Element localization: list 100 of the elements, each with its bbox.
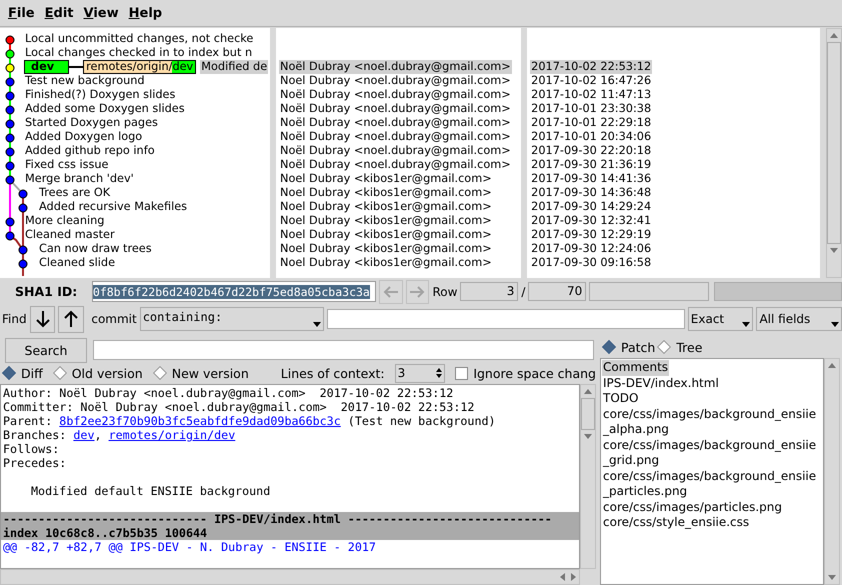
file-view-radio[interactable]: Patch — [602, 340, 656, 354]
find-mode-dropdown[interactable]: containing: — [140, 307, 324, 331]
commit-subject[interactable]: Local changes checked in to index but n — [24, 46, 254, 60]
fields-dropdown[interactable]: All fields — [756, 307, 842, 331]
search-button[interactable]: Search — [5, 338, 87, 362]
commit-date[interactable]: 2017-10-01 22:29:18 — [530, 116, 652, 130]
arrow-right-icon — [409, 284, 426, 298]
commit-subject[interactable]: Cleaned master — [24, 228, 116, 242]
commit-link[interactable]: remotes/origin/dev — [108, 428, 236, 442]
file-list-item[interactable]: TODO — [602, 391, 822, 406]
commit-author[interactable]: Noel Dubray <kibos1er@gmail.com> — [279, 242, 493, 256]
find-input-field[interactable] — [326, 309, 685, 329]
commit-link[interactable]: dev — [73, 428, 94, 442]
scrollbar[interactable] — [580, 384, 596, 569]
detail-text: Modified default ENSIIE background — [31, 484, 270, 498]
commit-link[interactable]: 8bf2ee23f70b90b3fc5eabfdfe9dad09ba66bc3c — [59, 414, 341, 428]
find-type-label: commit — [91, 312, 137, 326]
file-view-radio[interactable]: Tree — [657, 340, 702, 354]
row-total-field: 70 — [528, 282, 586, 301]
commit-subject[interactable]: Started Doxygen pages — [24, 116, 159, 130]
commit-author[interactable]: Noel Dubray <kibos1er@gmail.com> — [279, 228, 493, 242]
sha1-label: SHA1 ID: — [15, 284, 78, 299]
match-dropdown[interactable]: Exact — [688, 307, 754, 331]
menu-item[interactable]: File — [3, 6, 40, 20]
row-number-field: 3 — [460, 282, 518, 301]
branch-tag: dev — [24, 60, 70, 74]
commit-subject[interactable]: Test new background — [24, 74, 146, 88]
commit-date[interactable]: 2017-09-30 14:36:48 — [530, 186, 652, 200]
commit-subject[interactable]: Trees are OK — [38, 186, 112, 200]
horizontal-scrollbar[interactable] — [0, 569, 580, 585]
detail-text: (Test new background) — [346, 414, 496, 428]
commit-author[interactable]: Noel Dubray <kibos1er@gmail.com> — [279, 186, 493, 200]
commit-date[interactable]: 2017-10-02 22:53:12 — [530, 60, 652, 74]
commit-date[interactable]: 2017-09-30 14:29:24 — [530, 200, 652, 214]
commit-date[interactable]: 2017-09-30 22:20:18 — [530, 144, 652, 158]
arrow-up-icon — [64, 310, 78, 328]
diff-mode-radio[interactable]: Diff — [2, 366, 43, 380]
commit-subject[interactable]: Merge branch 'dev' — [24, 172, 135, 186]
detail-text: , — [94, 428, 103, 442]
commit-author[interactable]: Noël Dubray <noel.dubray@gmail.com> — [279, 60, 512, 74]
diff-mode-radio[interactable]: Old version — [52, 366, 143, 380]
commit-author[interactable]: Noël Dubray <noel.dubray@gmail.com> — [279, 158, 512, 172]
sha1-field[interactable]: 0f8bf6f22b6d2402b467d22bf75ed8a05cba3c3a — [92, 281, 376, 302]
commit-author[interactable]: Noël Dubray <noel.dubray@gmail.com> — [279, 130, 512, 144]
find-next-button[interactable] — [30, 306, 56, 332]
file-list-item[interactable]: IPS-DEV/index.html — [602, 376, 822, 391]
commit-date[interactable]: 2017-09-30 14:41:36 — [530, 172, 652, 186]
commit-subject[interactable]: Added recursive Makefiles — [38, 200, 188, 214]
commit-author[interactable]: Noel Dubray <kibos1er@gmail.com> — [279, 200, 493, 214]
file-list-item[interactable]: Comments — [602, 360, 670, 376]
remote-branch-tag: remotes/origin/dev — [83, 60, 196, 74]
commit-date[interactable]: 2017-09-30 12:32:41 — [530, 214, 652, 228]
detail-text: Follows: — [3, 442, 60, 456]
ignore-space-checkbox[interactable]: Ignore space chang — [455, 366, 596, 380]
commit-subject[interactable]: Fixed css issue — [24, 158, 110, 172]
commit-author[interactable]: Noel Dubray <noel.dubray@gmail.com> — [279, 74, 512, 88]
commit-date[interactable]: 2017-09-30 09:16:58 — [530, 256, 652, 270]
commit-date[interactable]: 2017-10-01 20:34:06 — [530, 130, 652, 144]
commit-author[interactable]: Noel Dubray <kibos1er@gmail.com> — [279, 214, 493, 228]
find-label: Find — [2, 312, 27, 326]
commit-subject[interactable]: Can now draw trees — [38, 242, 153, 256]
commit-author[interactable]: Noël Dubray <noel.dubray@gmail.com> — [279, 102, 512, 116]
detail-text: Committer: Noël Dubray <noel.dubray@gmail.com> 2017-10-02 22:53:12 — [3, 400, 474, 414]
commit-subject[interactable]: Added some Doxygen slides — [24, 102, 186, 116]
commit-subject[interactable]: Added github repo info — [24, 144, 156, 158]
diff-mode-radio[interactable]: New version — [152, 366, 249, 380]
commit-subject[interactable]: Added Doxygen logo — [24, 130, 144, 144]
search-input-field[interactable] — [93, 340, 594, 360]
file-list-item[interactable]: core/css/style_ensiie.css — [602, 515, 822, 530]
commit-subject[interactable]: Local uncommitted changes, not checke — [24, 32, 254, 46]
detail-text: Author: Noël Dubray <noel.dubray@gmail.com> 2017-10-02 22:53:12 — [3, 386, 454, 400]
arrow-down-icon — [36, 310, 50, 328]
commit-author[interactable]: Noël Dubray <noel.dubray@gmail.com> — [279, 116, 512, 130]
menu-item[interactable]: Edit — [40, 6, 78, 20]
context-label: Lines of context: — [280, 366, 385, 380]
find-previous-button[interactable] — [58, 306, 84, 332]
commit-date[interactable]: 2017-09-30 12:24:06 — [530, 242, 652, 256]
menu-item[interactable]: Help — [124, 6, 168, 20]
commit-author[interactable]: Noël Dubray <noel.dubray@gmail.com> — [279, 88, 512, 102]
commit-subject[interactable]: Finished(?) Doxygen slides — [24, 88, 176, 102]
menu-item[interactable]: View — [78, 6, 124, 20]
hunk-header: @@ -82,7 +82,7 @@ IPS-DEV - N. Dubray - ENSIIE - 2017 — [3, 540, 376, 554]
row-label: Row — [432, 284, 458, 298]
commit-subject[interactable]: Cleaned slide — [38, 256, 116, 270]
row-separator: / — [521, 284, 526, 298]
scrollbar[interactable] — [824, 358, 840, 585]
commit-subject[interactable]: Modified de — [200, 60, 268, 74]
commit-author[interactable]: Noel Dubray <kibos1er@gmail.com> — [279, 256, 493, 270]
scrollbar[interactable] — [826, 28, 842, 278]
file-header: index 10c68c8..c7b5b35 100644 — [3, 526, 208, 540]
file-list-item[interactable]: core/css/images/particles.png — [602, 500, 822, 515]
commit-date[interactable]: 2017-10-01 23:30:38 — [530, 102, 652, 116]
commit-date[interactable]: 2017-10-02 16:47:26 — [530, 74, 652, 88]
commit-subject[interactable]: More cleaning — [24, 214, 106, 228]
context-spinbox[interactable]: 3 — [394, 364, 446, 382]
commit-date[interactable]: 2017-10-02 11:47:13 — [530, 88, 652, 102]
commit-date[interactable]: 2017-09-30 21:36:19 — [530, 158, 652, 172]
commit-author[interactable]: Noël Dubray <noel.dubray@gmail.com> — [279, 144, 512, 158]
commit-date[interactable]: 2017-09-30 12:29:19 — [530, 228, 652, 242]
commit-author[interactable]: Noel Dubray <kibos1er@gmail.com> — [279, 172, 493, 186]
